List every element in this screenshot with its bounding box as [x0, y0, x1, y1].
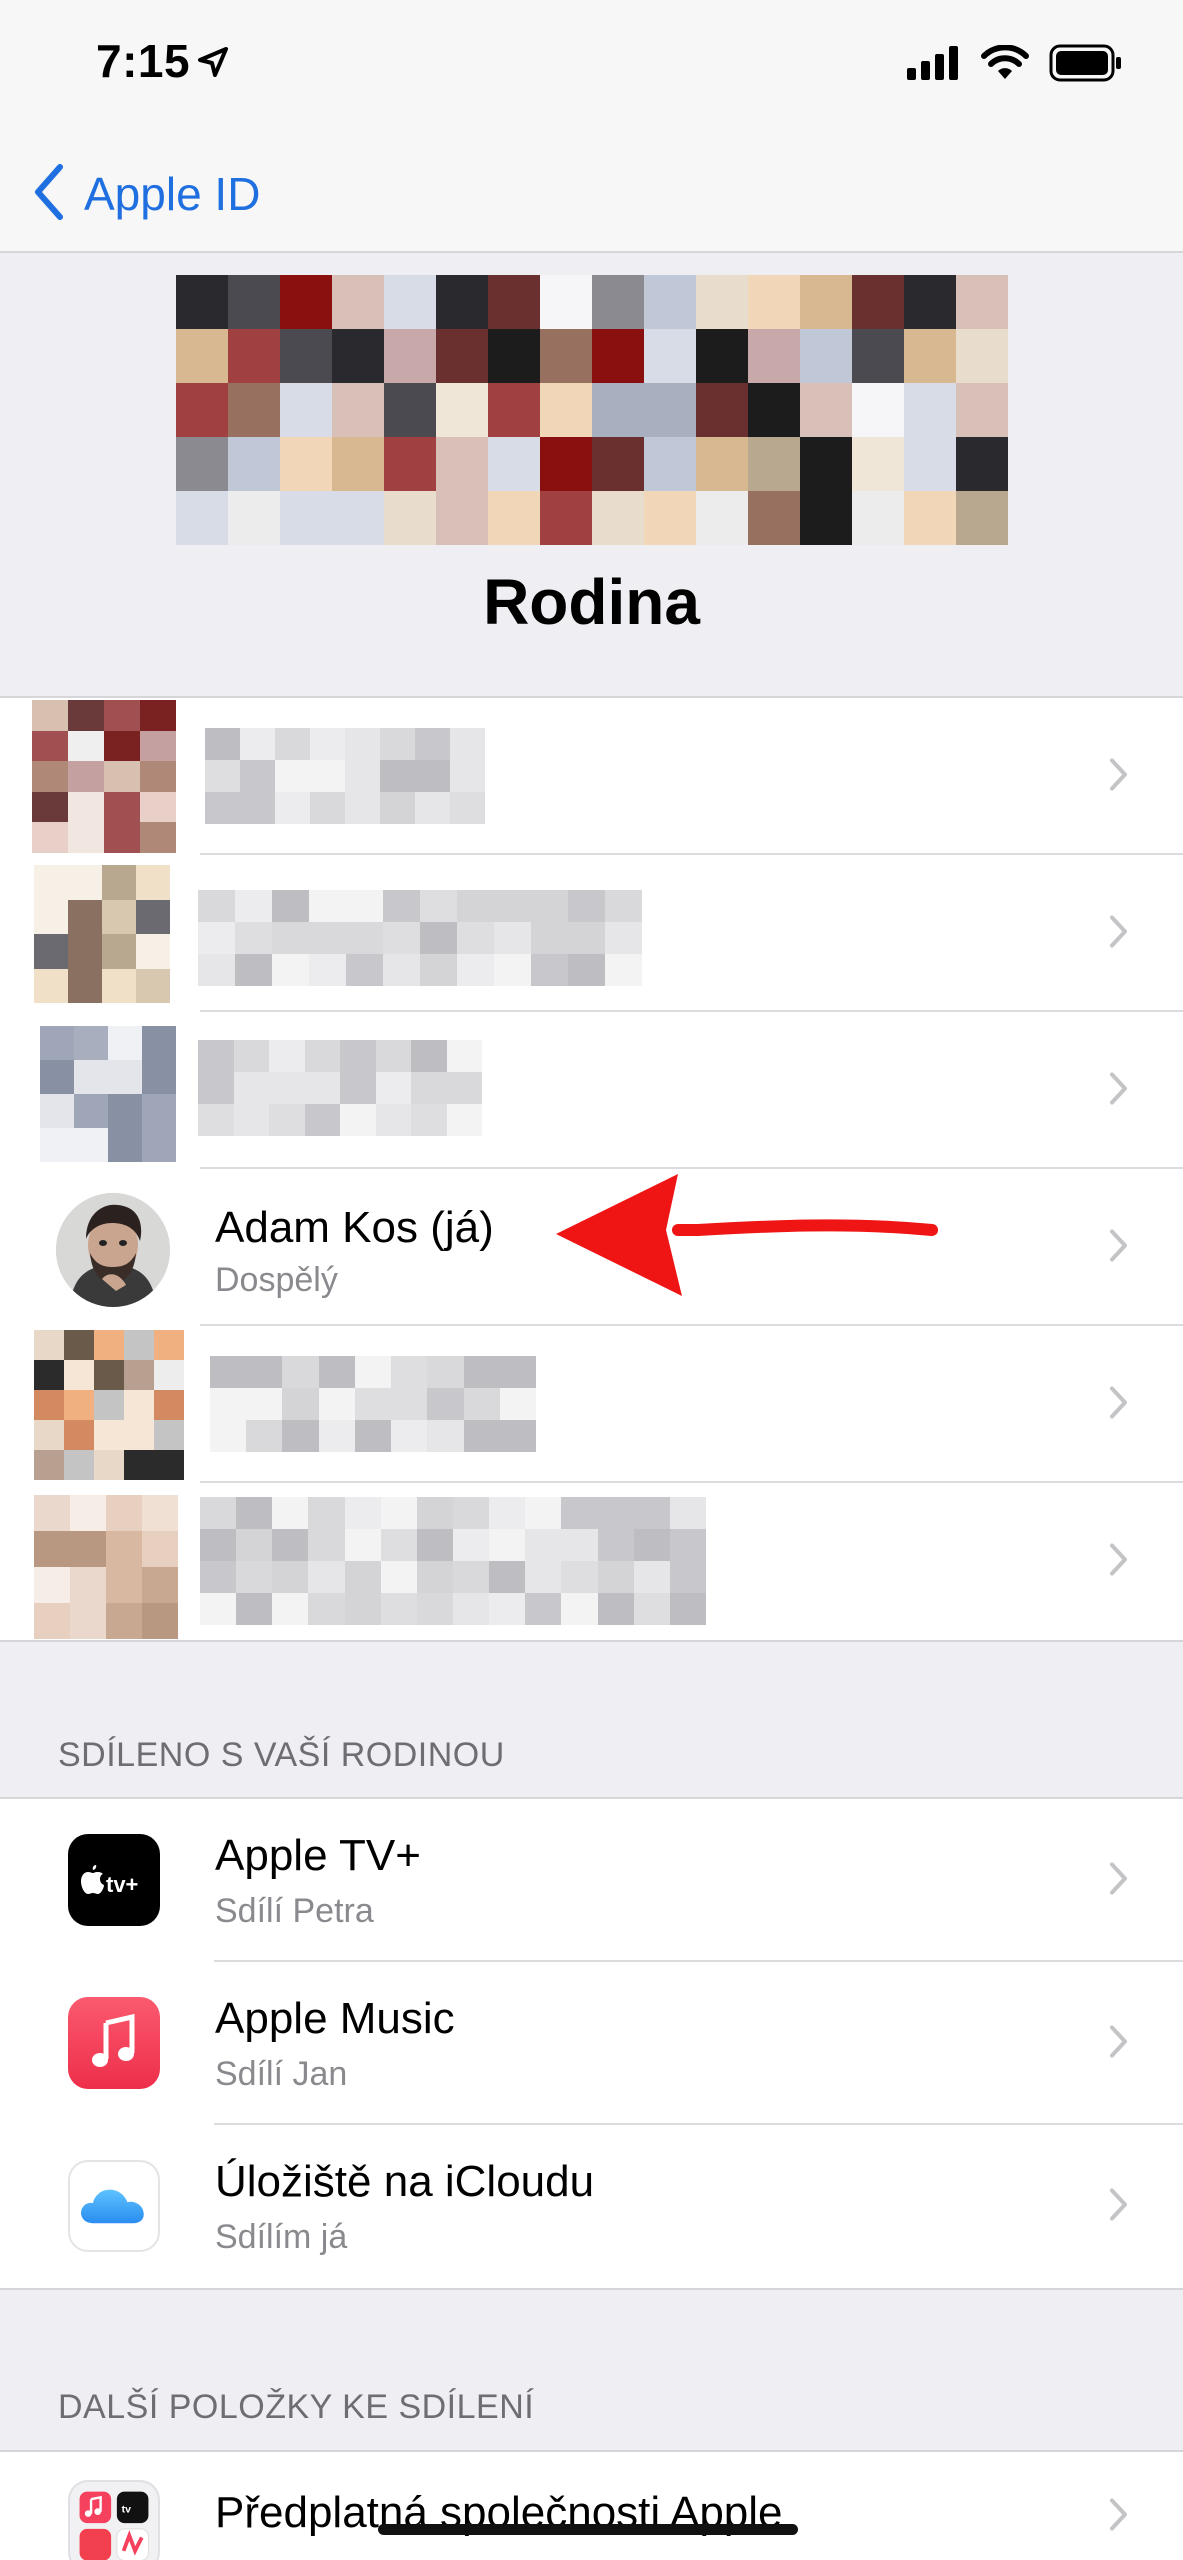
member-role: Dospělý	[215, 1261, 338, 1299]
chevron-right-icon	[1109, 2024, 1129, 2063]
chevron-right-icon	[1109, 1071, 1129, 1110]
other-item-apple-subscriptions[interactable]: tv Předplatná společnosti Apple	[0, 2452, 1183, 2560]
page-title: Rodina	[483, 566, 700, 638]
cellular-signal-icon	[907, 46, 961, 85]
svg-text:tv: tv	[122, 2504, 132, 2516]
member-row-5[interactable]	[0, 1326, 1183, 1483]
member-avatar-pixelated	[32, 700, 176, 853]
family-header: Rodina	[0, 253, 1183, 696]
chevron-right-icon	[1109, 1861, 1129, 1900]
member-name-pixelated	[198, 1040, 482, 1136]
apple-tv-icon: tv+	[68, 1834, 160, 1926]
member-avatar-pixelated	[40, 1026, 176, 1162]
shared-item-subtitle: Sdílí Petra	[215, 1892, 374, 1930]
shared-item-apple-tv[interactable]: tv+ Apple TV+ Sdílí Petra	[0, 1799, 1183, 1962]
shared-item-subtitle: Sdílí Jan	[215, 2055, 348, 2093]
status-bar: 7:15	[0, 0, 1183, 135]
svg-text:tv+: tv+	[106, 1872, 138, 1897]
member-row-3[interactable]	[0, 1012, 1183, 1169]
avatar	[56, 1193, 170, 1307]
member-name-pixelated	[198, 890, 642, 986]
status-time: 7:15	[96, 35, 191, 87]
member-row-1[interactable]	[0, 698, 1183, 855]
member-name-pixelated	[210, 1356, 536, 1452]
red-arrow-annotation	[556, 1174, 938, 1296]
member-name: Adam Kos (já)	[215, 1203, 494, 1252]
shared-list: tv+ Apple TV+ Sdílí Petra Apple Music Sd…	[0, 1797, 1183, 2290]
member-row-2[interactable]	[0, 855, 1183, 1012]
member-avatar-pixelated	[34, 1495, 178, 1639]
shared-item-apple-music[interactable]: Apple Music Sdílí Jan	[0, 1962, 1183, 2125]
chevron-right-icon	[1109, 757, 1129, 796]
apple-music-icon	[68, 1997, 160, 2089]
back-button[interactable]: Apple ID	[32, 159, 260, 229]
chevron-right-icon	[1109, 914, 1129, 953]
member-row-6[interactable]	[0, 1483, 1183, 1640]
shared-section-header: SDÍLENO S VAŠÍ RODINOU	[58, 1736, 505, 1774]
icloud-icon	[68, 2160, 160, 2252]
shared-item-icloud-storage[interactable]: Úložiště na iCloudu Sdílím já	[0, 2125, 1183, 2288]
chevron-right-icon	[1109, 2187, 1129, 2226]
apple-subscriptions-icon: tv	[68, 2480, 160, 2560]
member-avatar-pixelated	[34, 865, 170, 1003]
shared-item-subtitle: Sdílím já	[215, 2218, 348, 2256]
chevron-right-icon	[1109, 1385, 1129, 1424]
member-name-pixelated	[200, 1497, 706, 1625]
battery-icon	[1049, 44, 1123, 87]
back-button-label: Apple ID	[84, 168, 261, 220]
chevron-right-icon	[1109, 2498, 1129, 2537]
other-list: tv Předplatná společnosti Apple	[0, 2450, 1183, 2560]
member-avatar-pixelated	[34, 1330, 184, 1480]
other-section-header: DALŠÍ POLOŽKY KE SDÍLENÍ	[58, 2388, 535, 2426]
shared-item-title: Apple TV+	[215, 1831, 421, 1880]
member-name-pixelated	[205, 728, 485, 824]
home-indicator	[378, 2524, 798, 2535]
chevron-right-icon	[1109, 1228, 1129, 1267]
shared-item-title: Apple Music	[215, 1994, 455, 2043]
location-arrow-icon	[197, 46, 229, 83]
family-photo-pixelated	[176, 275, 1008, 545]
shared-item-title: Úložiště na iCloudu	[215, 2157, 595, 2206]
navigation-bar: Apple ID	[0, 135, 1183, 253]
chevron-right-icon	[1109, 1542, 1129, 1581]
wifi-icon	[981, 44, 1029, 86]
chevron-left-icon	[32, 163, 66, 226]
